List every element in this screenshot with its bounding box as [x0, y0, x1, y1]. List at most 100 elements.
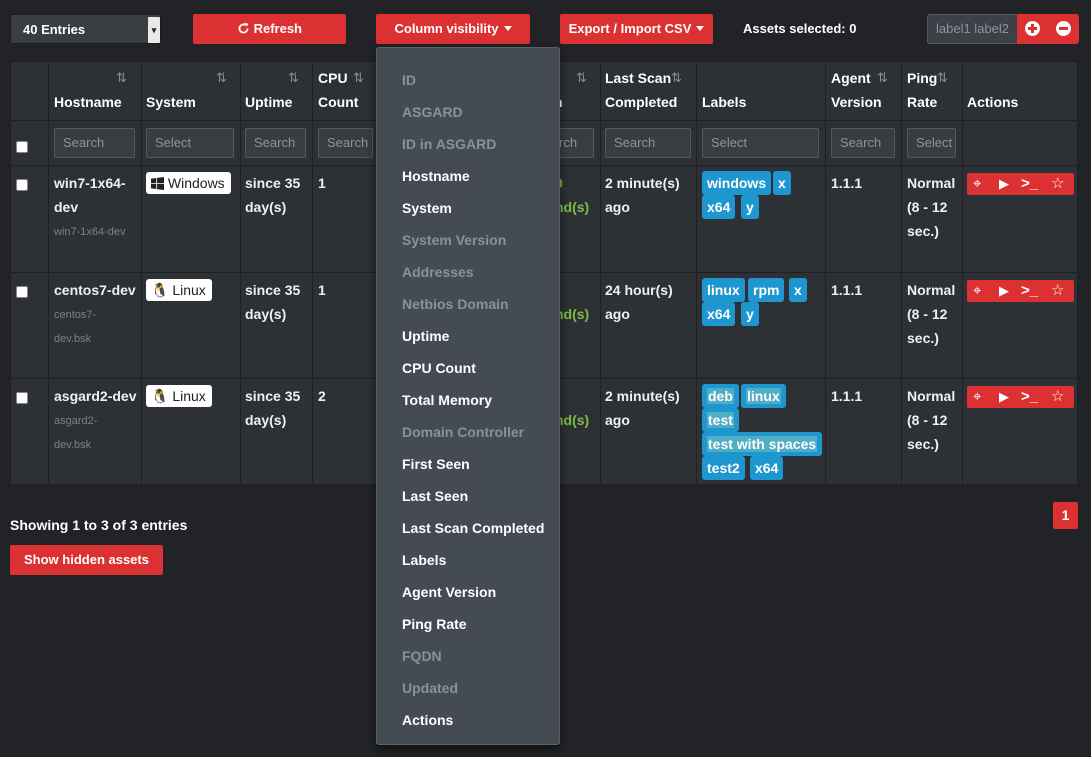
agent-search-input[interactable]: Search	[831, 128, 895, 158]
col-header-agent-line2[interactable]: Version	[831, 90, 882, 114]
hostname-cell-line2[interactable]: dev	[54, 195, 78, 219]
column-toggle-item[interactable]: Netbios Domain	[402, 294, 509, 314]
column-toggle-item[interactable]: Hostname	[402, 166, 470, 186]
label-tag[interactable]: y	[741, 195, 759, 219]
column-toggle-item[interactable]: Agent Version	[402, 582, 496, 602]
column-toggle-item[interactable]: Addresses	[402, 262, 474, 282]
system-filter-select[interactable]: Select	[146, 128, 234, 158]
crosshair-icon[interactable]: ⌖	[973, 280, 981, 302]
column-toggle-item[interactable]: Uptime	[402, 326, 449, 346]
minus-icon	[1056, 21, 1071, 36]
col-header-hostname[interactable]: Hostname	[54, 90, 122, 114]
last-scan-cell-line2: ago	[605, 412, 630, 428]
col-header-uptime[interactable]: Uptime	[245, 90, 292, 114]
label-input[interactable]: label1 label2	[927, 14, 1018, 44]
col-header-cpu-line2[interactable]: Count	[318, 90, 358, 114]
column-toggle-item[interactable]: ID	[402, 70, 416, 90]
show-hidden-assets-button[interactable]: Show hidden assets	[10, 545, 163, 575]
play-icon[interactable]: ▶	[999, 386, 1009, 408]
hostname-cell[interactable]: win7-1x64-	[54, 171, 126, 195]
hostname-cell[interactable]: centos7-dev	[54, 278, 136, 302]
column-toggle-item[interactable]: System Version	[402, 230, 506, 250]
col-header-ping-line1[interactable]: Ping	[907, 66, 937, 90]
column-toggle-item[interactable]: ASGARD	[402, 102, 463, 122]
star-icon[interactable]: ☆	[1051, 386, 1064, 408]
col-header-ping-line2[interactable]: Rate	[907, 90, 937, 114]
export-import-csv-button[interactable]: Export / Import CSV	[560, 14, 713, 44]
label-tag[interactable]: windows	[702, 171, 772, 195]
sort-icon[interactable]: ⇅	[877, 70, 888, 86]
col-header-labels[interactable]: Labels	[702, 90, 746, 114]
label-tag[interactable]: test	[702, 408, 739, 432]
col-header-cpu-line1[interactable]: CPU	[318, 66, 348, 90]
label-tag[interactable]: test with spaces	[702, 432, 823, 456]
label-tag[interactable]: x	[773, 171, 791, 195]
column-toggle-item[interactable]: Ping Rate	[402, 614, 467, 634]
column-toggle-item[interactable]: Domain Controller	[402, 422, 524, 442]
entries-info: Showing 1 to 3 of 3 entries	[10, 517, 188, 533]
row-checkbox[interactable]	[16, 286, 28, 298]
label-tag-text: test with spaces	[707, 436, 818, 452]
column-toggle-item[interactable]: CPU Count	[402, 358, 476, 378]
label-tag[interactable]: x64	[702, 302, 736, 326]
crosshair-icon[interactable]: ⌖	[973, 173, 981, 195]
cpu-search-input[interactable]: Search	[318, 128, 373, 158]
sort-icon[interactable]: ⇅	[353, 70, 364, 86]
label-tag[interactable]: test2	[702, 456, 745, 480]
terminal-icon[interactable]: >_	[1021, 280, 1038, 302]
col-header-agent-line1[interactable]: Agent	[831, 66, 871, 90]
play-icon[interactable]: ▶	[999, 280, 1009, 302]
col-header-last-scan-line1[interactable]: Last Scan	[605, 66, 671, 90]
sort-icon[interactable]: ⇅	[937, 70, 948, 86]
last-scan-cell: 24 hour(s)	[605, 282, 673, 298]
crosshair-icon[interactable]: ⌖	[973, 386, 981, 408]
label-tag[interactable]: x	[789, 278, 807, 302]
label-tag[interactable]: linux	[741, 384, 786, 408]
column-toggle-item[interactable]: Actions	[402, 710, 453, 730]
label-tag[interactable]: rpm	[748, 278, 785, 302]
sort-icon[interactable]: ⇅	[288, 70, 299, 86]
sort-icon[interactable]: ⇅	[671, 70, 682, 86]
label-tag[interactable]: x64	[702, 195, 736, 219]
column-toggle-item[interactable]: System	[402, 198, 452, 218]
column-visibility-button[interactable]: Column visibility	[376, 14, 530, 44]
column-toggle-item[interactable]: FQDN	[402, 646, 442, 666]
label-tag[interactable]: y	[741, 302, 759, 326]
hostname-cell[interactable]: asgard2-dev	[54, 384, 136, 408]
column-toggle-item[interactable]: First Seen	[402, 454, 470, 474]
partial-cell-line2: nd(s)	[555, 306, 590, 322]
hostname-search-input[interactable]: Search	[54, 128, 135, 158]
refresh-button[interactable]: Refresh	[193, 14, 346, 44]
sort-icon[interactable]: ⇅	[576, 70, 587, 86]
terminal-icon[interactable]: >_	[1021, 173, 1038, 195]
play-icon[interactable]: ▶	[999, 173, 1009, 195]
row-checkbox[interactable]	[16, 179, 28, 191]
caret-down-icon	[503, 26, 512, 31]
column-toggle-item[interactable]: Updated	[402, 678, 458, 698]
pagination-page-1[interactable]: 1	[1053, 502, 1078, 529]
row-checkbox[interactable]	[16, 392, 28, 404]
sort-icon[interactable]: ⇅	[116, 70, 127, 86]
column-toggle-item[interactable]: Last Seen	[402, 486, 468, 506]
label-tag[interactable]: x64	[750, 456, 784, 480]
sort-icon[interactable]: ⇅	[216, 70, 227, 86]
star-icon[interactable]: ☆	[1051, 280, 1064, 302]
column-toggle-item[interactable]: Total Memory	[402, 390, 492, 410]
column-toggle-item[interactable]: ID in ASGARD	[402, 134, 496, 154]
ping-filter-select[interactable]: Select	[907, 128, 956, 158]
select-all-checkbox[interactable]	[16, 141, 28, 153]
col-header-last-scan-line2[interactable]: Completed	[605, 90, 677, 114]
label-tag[interactable]: deb	[702, 384, 739, 408]
entries-per-page-select[interactable]: 40 Entries ▾	[10, 14, 161, 44]
col-header-system[interactable]: System	[146, 90, 196, 114]
label-tag[interactable]: linux	[702, 278, 745, 302]
remove-label-button[interactable]	[1048, 14, 1079, 44]
uptime-search-input[interactable]: Search	[245, 128, 306, 158]
column-toggle-item[interactable]: Last Scan Completed	[402, 518, 544, 538]
last-scan-search-input[interactable]: Search	[605, 128, 691, 158]
add-label-button[interactable]	[1017, 14, 1048, 44]
star-icon[interactable]: ☆	[1051, 173, 1064, 195]
column-toggle-item[interactable]: Labels	[402, 550, 446, 570]
terminal-icon[interactable]: >_	[1021, 386, 1038, 408]
labels-filter-select[interactable]: Select	[702, 128, 819, 158]
